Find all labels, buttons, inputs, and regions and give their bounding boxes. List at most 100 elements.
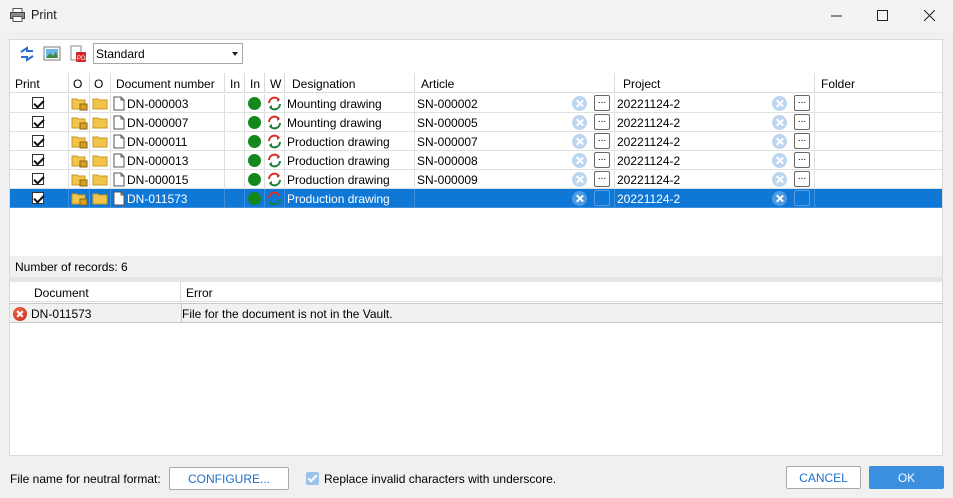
clear-project-icon[interactable] xyxy=(772,96,787,111)
ok-button[interactable]: OK xyxy=(869,466,944,489)
article-browse-button[interactable]: ... xyxy=(594,190,610,206)
clear-article-icon[interactable] xyxy=(572,191,587,206)
minimize-icon xyxy=(830,15,842,17)
minimize-button[interactable] xyxy=(813,0,859,31)
configure-button[interactable]: CONFIGURE... xyxy=(169,467,289,490)
table-row[interactable]: DN-011573 Production drawing... 20221124-2… xyxy=(10,189,942,208)
clear-project-icon[interactable] xyxy=(772,153,787,168)
article-cell[interactable]: SN-000007... xyxy=(415,132,615,151)
close-button[interactable] xyxy=(906,0,952,31)
table-row[interactable]: DN-000015 Production drawing SN-000009... 2… xyxy=(10,170,942,189)
folder-open-icon[interactable] xyxy=(92,134,108,150)
clear-article-icon[interactable] xyxy=(572,172,587,187)
column-header-o1[interactable]: O xyxy=(69,73,90,93)
article-cell[interactable]: SN-000002... xyxy=(415,94,615,113)
error-row[interactable]: DN-011573 File for the document is not i… xyxy=(10,303,942,323)
clear-project-icon[interactable] xyxy=(772,115,787,130)
clear-project-icon[interactable] xyxy=(772,134,787,149)
project-browse-button[interactable]: ... xyxy=(794,95,810,111)
article-cell[interactable]: SN-000005... xyxy=(415,113,615,132)
project-cell[interactable]: 20221124-2... xyxy=(615,94,815,113)
print-pdf-icon[interactable]: PDF xyxy=(69,45,87,63)
designation-cell[interactable]: Production drawing xyxy=(285,132,415,151)
folder-open-icon[interactable] xyxy=(92,115,108,131)
article-browse-button[interactable]: ... xyxy=(594,95,610,111)
print-checkbox[interactable] xyxy=(32,192,44,204)
clear-article-icon[interactable] xyxy=(572,134,587,149)
table-row[interactable]: DN-000007 Mounting drawing SN-000005... 202… xyxy=(10,113,942,132)
folder-cell[interactable] xyxy=(815,113,942,132)
column-header-print[interactable]: Print xyxy=(10,73,69,93)
print-checkbox[interactable] xyxy=(32,154,44,166)
project-cell[interactable]: 20221124-2... xyxy=(615,189,815,208)
project-browse-button[interactable]: ... xyxy=(794,152,810,168)
refresh-arrows-icon[interactable] xyxy=(18,45,36,63)
column-header-o2[interactable]: O xyxy=(90,73,111,93)
folder-open-icon[interactable] xyxy=(92,172,108,188)
folder-cell[interactable] xyxy=(815,189,942,208)
replace-invalid-checkbox[interactable] xyxy=(306,472,319,485)
article-cell[interactable]: ... xyxy=(415,189,615,208)
designation-cell[interactable]: Production drawing xyxy=(285,170,415,189)
project-browse-button[interactable]: ... xyxy=(794,190,810,206)
folder-lock-icon[interactable] xyxy=(71,134,88,150)
article-cell[interactable]: SN-000009... xyxy=(415,170,615,189)
view-select[interactable]: Standard xyxy=(93,43,243,64)
cancel-button[interactable]: CANCEL xyxy=(786,466,861,489)
article-browse-button[interactable]: ... xyxy=(594,152,610,168)
print-checkbox[interactable] xyxy=(32,97,44,109)
folder-cell[interactable] xyxy=(815,170,942,189)
clear-project-icon[interactable] xyxy=(772,191,787,206)
designation-cell[interactable]: Mounting drawing xyxy=(285,94,415,113)
column-header-in2[interactable]: In xyxy=(245,73,265,93)
designation-cell[interactable]: Mounting drawing xyxy=(285,113,415,132)
table-row[interactable]: DN-000003 Mounting drawing SN-000002... 202… xyxy=(10,94,942,113)
column-header-project[interactable]: Project xyxy=(615,73,815,93)
print-checkbox[interactable] xyxy=(32,116,44,128)
folder-open-icon[interactable] xyxy=(92,153,108,169)
project-browse-button[interactable]: ... xyxy=(794,171,810,187)
folder-open-icon[interactable] xyxy=(92,191,108,207)
print-checkbox[interactable] xyxy=(32,135,44,147)
folder-cell[interactable] xyxy=(815,94,942,113)
clear-article-icon[interactable] xyxy=(572,96,587,111)
article-browse-button[interactable]: ... xyxy=(594,114,610,130)
column-header-designation[interactable]: Designation xyxy=(285,73,415,93)
column-header-error[interactable]: Error xyxy=(181,282,942,302)
clear-project-icon[interactable] xyxy=(772,172,787,187)
table-row[interactable]: DN-000011 Production drawing SN-000007... 2… xyxy=(10,132,942,151)
project-cell[interactable]: 20221124-2... xyxy=(615,170,815,189)
project-cell[interactable]: 20221124-2... xyxy=(615,132,815,151)
image-settings-icon[interactable] xyxy=(43,45,61,63)
folder-lock-icon[interactable] xyxy=(71,115,88,131)
article-value: SN-000008 xyxy=(417,154,478,168)
project-cell[interactable]: 20221124-2... xyxy=(615,113,815,132)
folder-lock-icon[interactable] xyxy=(71,191,88,207)
column-header-article[interactable]: Article xyxy=(415,73,615,93)
maximize-button[interactable] xyxy=(859,0,905,31)
print-checkbox[interactable] xyxy=(32,173,44,185)
column-header-document-number[interactable]: Document number xyxy=(111,73,225,93)
toolbar: PDF Standard xyxy=(10,40,942,72)
column-header-w[interactable]: W xyxy=(265,73,285,93)
column-header-document[interactable]: Document xyxy=(10,282,181,302)
project-browse-button[interactable]: ... xyxy=(794,114,810,130)
column-header-in1[interactable]: In xyxy=(225,73,245,93)
designation-cell[interactable]: Production drawing xyxy=(285,151,415,170)
folder-cell[interactable] xyxy=(815,151,942,170)
project-browse-button[interactable]: ... xyxy=(794,133,810,149)
article-browse-button[interactable]: ... xyxy=(594,171,610,187)
folder-cell[interactable] xyxy=(815,132,942,151)
folder-lock-icon[interactable] xyxy=(71,96,88,112)
article-browse-button[interactable]: ... xyxy=(594,133,610,149)
article-cell[interactable]: SN-000008... xyxy=(415,151,615,170)
clear-article-icon[interactable] xyxy=(572,115,587,130)
column-header-folder[interactable]: Folder xyxy=(815,73,942,93)
folder-lock-icon[interactable] xyxy=(71,172,88,188)
clear-article-icon[interactable] xyxy=(572,153,587,168)
folder-lock-icon[interactable] xyxy=(71,153,88,169)
project-cell[interactable]: 20221124-2... xyxy=(615,151,815,170)
folder-open-icon[interactable] xyxy=(92,96,108,112)
designation-cell[interactable]: Production drawing xyxy=(285,189,415,208)
table-row[interactable]: DN-000013 Production drawing SN-000008... 2… xyxy=(10,151,942,170)
